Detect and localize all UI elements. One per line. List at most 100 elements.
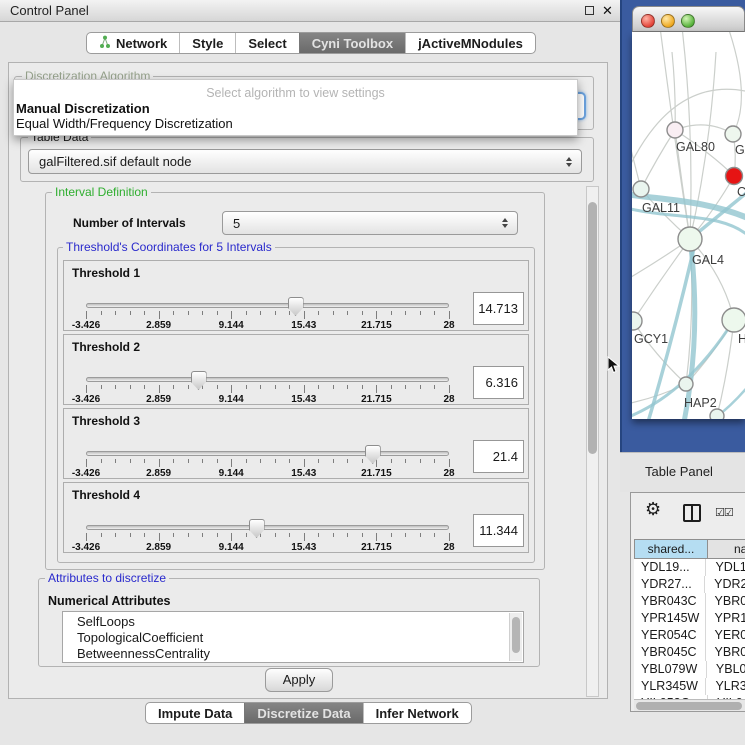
tab-label: Discretize Data <box>257 706 350 721</box>
cell-name: YBR0 <box>706 593 745 610</box>
tab-impute-data[interactable]: Impute Data <box>146 703 244 723</box>
tick-mark <box>434 459 435 463</box>
attribute-item-selfloops[interactable]: SelfLoops <box>63 614 523 630</box>
tab-select[interactable]: Select <box>235 33 298 53</box>
popup-option-manual-discretization[interactable]: Manual Discretization <box>14 101 577 116</box>
number-of-intervals-spinner[interactable]: 5 <box>222 211 518 235</box>
popup-option-equal-width-frequency-discretization[interactable]: Equal Width/Frequency Discretization <box>14 116 577 131</box>
network-node-ga[interactable] <box>725 126 741 142</box>
table-row[interactable]: YPR145WYPR1 <box>634 610 745 627</box>
minimize-traffic-light-icon[interactable] <box>661 14 675 28</box>
tab-style[interactable]: Style <box>179 33 235 53</box>
network-view-canvas[interactable]: GAL80GACGAL11GAL4GCY1HHAP2 <box>632 32 745 419</box>
tab-network[interactable]: Network <box>87 33 179 53</box>
tick-mark <box>202 459 203 463</box>
tab-discretize-data[interactable]: Discretize Data <box>244 703 362 723</box>
settings-scrollbar-thumb[interactable] <box>588 202 597 454</box>
attribute-item-betweennesscentrality[interactable]: BetweennessCentrality <box>63 646 523 662</box>
network-node-gal80[interactable] <box>667 122 683 138</box>
network-node-h[interactable] <box>722 308 745 332</box>
network-node[interactable] <box>710 409 724 419</box>
tick-mark <box>275 385 276 389</box>
table-horizontal-scrollbar[interactable] <box>634 699 745 712</box>
table-hscrollbar-thumb[interactable] <box>636 702 742 710</box>
tick-label: 21.715 <box>361 320 392 331</box>
close-traffic-light-icon[interactable] <box>641 14 655 28</box>
list-scrollbar[interactable] <box>509 613 522 661</box>
tab-infer-network[interactable]: Infer Network <box>363 703 471 723</box>
table-row[interactable]: YBR043CYBR0 <box>634 593 745 610</box>
column-header-name[interactable]: na <box>707 539 745 559</box>
gear-icon[interactable]: ⚙ <box>645 499 661 520</box>
threshold-panel-2: Threshold 2-3.4262.8599.14415.4321.71528… <box>63 334 529 405</box>
tick-mark <box>188 533 189 537</box>
numerical-attributes-list[interactable]: SelfLoopsTopologicalCoefficientBetweenne… <box>62 611 524 663</box>
cell-shared-name: YPR145W <box>634 610 706 627</box>
tick-mark <box>130 385 131 389</box>
network-node-gcy1[interactable] <box>632 312 642 330</box>
column-layout-icon[interactable] <box>683 504 701 522</box>
control-panel-titlebar: Control Panel <box>0 0 620 22</box>
bottom-tab-bar: Impute Data Discretize Data Infer Network <box>145 702 472 724</box>
tick-mark <box>333 385 334 389</box>
slider-track[interactable] <box>86 525 449 530</box>
attribute-item-topologicalcoefficient[interactable]: TopologicalCoefficient <box>63 630 523 646</box>
tab-jactivemnodules[interactable]: jActiveMNodules <box>405 33 535 53</box>
list-scrollbar-thumb[interactable] <box>512 617 520 653</box>
cell-name: YPR1 <box>706 610 745 627</box>
tick-mark <box>86 459 87 467</box>
tick-label: -3.426 <box>72 468 100 479</box>
table-row[interactable]: YDL19...YDL1 <box>634 559 745 576</box>
threshold-value-field[interactable]: 11.344 <box>473 514 524 547</box>
table-data-combo[interactable]: galFiltered.sif default node <box>28 149 582 174</box>
float-window-icon[interactable] <box>585 6 594 15</box>
slider-thumb[interactable] <box>365 445 381 464</box>
threshold-value-field[interactable]: 14.713 <box>473 292 524 325</box>
slider-track[interactable] <box>86 451 449 456</box>
network-node-gal4[interactable] <box>678 227 702 251</box>
table-panel-header: Table Panel <box>620 452 745 492</box>
network-node-label: GAL4 <box>692 253 724 267</box>
tick-mark <box>391 311 392 315</box>
tick-mark <box>159 459 160 467</box>
slider-track[interactable] <box>86 303 449 308</box>
tick-mark <box>217 533 218 537</box>
network-node-hap2[interactable] <box>679 377 693 391</box>
apply-button[interactable]: Apply <box>265 668 333 692</box>
column-header-shared[interactable]: shared... <box>634 539 708 559</box>
top-tab-bar: NetworkStyleSelectCyni ToolboxjActiveMNo… <box>86 32 536 54</box>
table-row[interactable]: YER054CYER0 <box>634 627 745 644</box>
threshold-panel-1: Threshold 1-3.4262.8599.14415.4321.71528… <box>63 260 529 331</box>
slider-thumb[interactable] <box>191 371 207 390</box>
network-node-gal11[interactable] <box>633 181 649 197</box>
tick-mark <box>231 459 232 467</box>
zoom-traffic-light-icon[interactable] <box>681 14 695 28</box>
tick-label: 28 <box>443 468 454 479</box>
network-window-titlebar[interactable] <box>632 6 745 32</box>
slider-thumb[interactable] <box>249 519 265 538</box>
tick-mark <box>304 385 305 393</box>
tick-mark <box>449 311 450 319</box>
select-columns-icon[interactable]: ☑☑ <box>715 506 733 519</box>
table-row[interactable]: YLR345WYLR3 <box>634 678 745 695</box>
threshold-value-field[interactable]: 21.4 <box>473 440 524 473</box>
table-row[interactable]: YDR27...YDR2 <box>634 576 745 593</box>
tab-cyni-toolbox[interactable]: Cyni Toolbox <box>299 33 405 53</box>
network-node-label: H <box>738 332 745 346</box>
network-node-c[interactable] <box>726 168 743 185</box>
tick-mark <box>405 311 406 315</box>
tick-label: 28 <box>443 320 454 331</box>
table-row[interactable]: YBR045CYBR0 <box>634 644 745 661</box>
table-row[interactable]: YBL079WYBL0 <box>634 661 745 678</box>
close-icon[interactable]: ✕ <box>602 3 613 19</box>
tick-mark <box>318 385 319 389</box>
cell-shared-name: YBL079W <box>634 661 707 678</box>
tick-mark <box>318 459 319 463</box>
tick-mark <box>144 533 145 537</box>
slider-track[interactable] <box>86 377 449 382</box>
threshold-value-field[interactable]: 6.316 <box>473 366 524 399</box>
table-panel-title: Table Panel <box>645 464 713 479</box>
tick-label: 15.43 <box>291 320 316 331</box>
tick-mark <box>144 311 145 315</box>
cell-name: YDL1 <box>706 559 745 576</box>
